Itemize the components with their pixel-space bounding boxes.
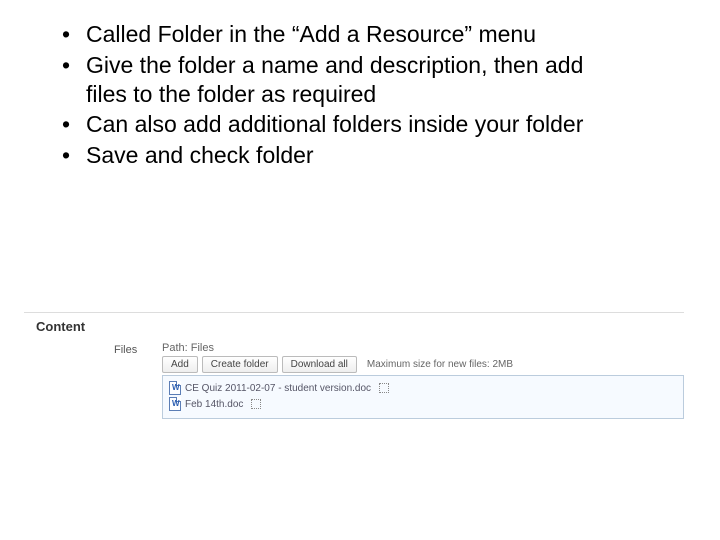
bullet-item: Save and check folder: [62, 141, 602, 170]
bullet-list: Called Folder in the “Add a Resource” me…: [62, 20, 602, 172]
file-name: Feb 14th.doc: [185, 399, 243, 410]
file-list: CE Quiz 2011-02-07 - student version.doc…: [162, 375, 684, 419]
file-menu-icon[interactable]: [379, 383, 389, 393]
bullet-text: Can also add additional folders inside y…: [86, 111, 583, 137]
file-item[interactable]: CE Quiz 2011-02-07 - student version.doc: [169, 380, 677, 396]
max-size-hint: Maximum size for new files: 2MB: [367, 359, 513, 370]
moodle-screenshot: Content Files Path: Files Add Create fol…: [24, 312, 684, 419]
bullet-text: Give the folder a name and description, …: [86, 52, 583, 107]
file-item[interactable]: Feb 14th.doc: [169, 396, 677, 412]
word-doc-icon: [169, 397, 181, 411]
file-menu-icon[interactable]: [251, 399, 261, 409]
file-name: CE Quiz 2011-02-07 - student version.doc: [185, 383, 371, 394]
bullet-text: Called Folder in the “Add a Resource” me…: [86, 21, 536, 47]
download-all-button[interactable]: Download all: [282, 356, 357, 373]
divider: [24, 312, 684, 313]
path-text: Path: Files: [162, 342, 684, 354]
bullet-item: Called Folder in the “Add a Resource” me…: [62, 20, 602, 49]
files-label: Files: [114, 342, 162, 356]
create-folder-button[interactable]: Create folder: [202, 356, 278, 373]
add-button[interactable]: Add: [162, 356, 198, 373]
bullet-item: Can also add additional folders inside y…: [62, 110, 602, 139]
section-title: Content: [36, 319, 684, 334]
bullet-text: Save and check folder: [86, 142, 314, 168]
toolbar: Add Create folder Download all Maximum s…: [162, 356, 684, 373]
word-doc-icon: [169, 381, 181, 395]
files-row: Files Path: Files Add Create folder Down…: [114, 342, 684, 419]
bullet-item: Give the folder a name and description, …: [62, 51, 602, 109]
